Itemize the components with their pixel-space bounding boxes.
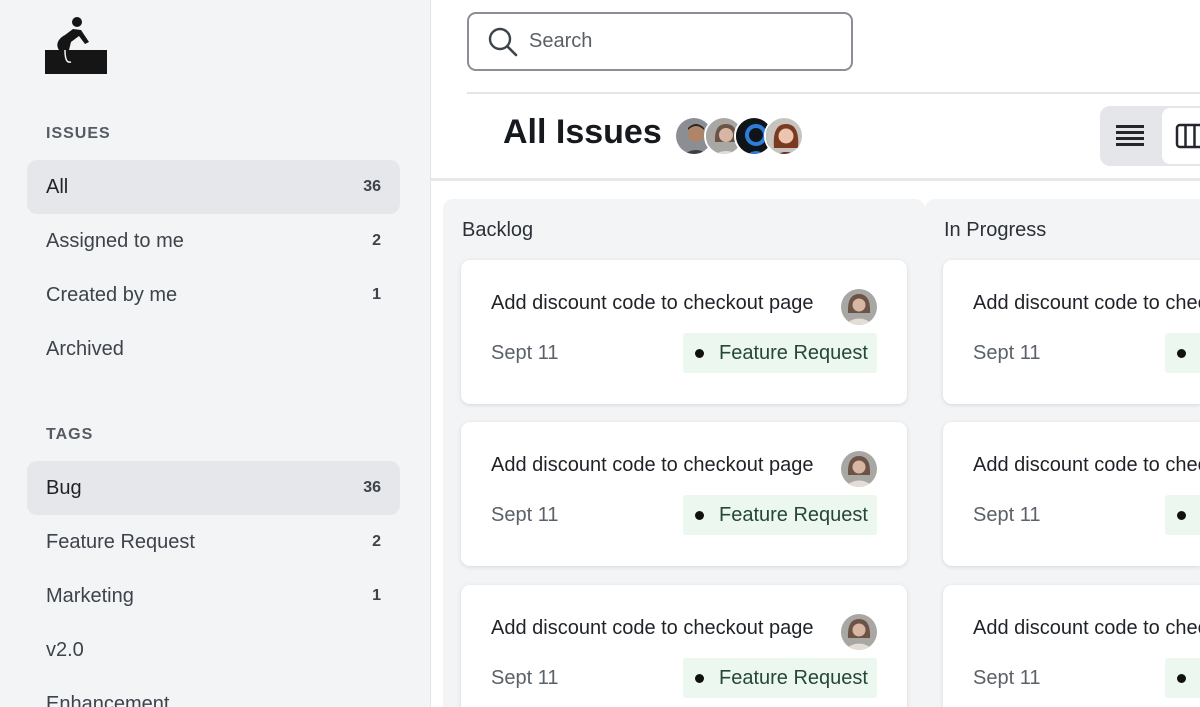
issue-card[interactable]: Add discount code to checkout page Sept …: [461, 585, 907, 707]
assignee-avatar[interactable]: [841, 289, 877, 325]
column-title: Backlog: [462, 219, 534, 241]
column-backlog: Backlog Add discount code to checkout pa…: [443, 199, 925, 707]
assignee-avatar[interactable]: [841, 614, 877, 650]
tag-dot-icon: [695, 510, 704, 520]
sidebar-item-label: v2.0: [46, 638, 84, 661]
sidebar-item-label: Enhancement: [46, 692, 170, 707]
sidebar-item-label: Assigned to me: [46, 229, 184, 252]
view-toggle: [1100, 106, 1200, 166]
avatar[interactable]: [764, 116, 804, 156]
tag-dot-icon: [1177, 673, 1186, 683]
search-box[interactable]: [467, 12, 853, 71]
tag-dot-icon: [695, 673, 704, 683]
tag-badge: Feature Request: [683, 658, 877, 698]
column-title: In Progress: [944, 219, 1047, 241]
sidebar-item-count: 2: [372, 533, 381, 550]
sidebar-item-label: Bug: [46, 476, 82, 499]
card-title: Add discount code to checkout page: [491, 454, 814, 476]
sidebar-item-label: Created by me: [46, 283, 178, 306]
sidebar-item-label: Marketing: [46, 584, 134, 607]
sidebar-item-count: 1: [372, 587, 381, 604]
sidebar-item-enhancement[interactable]: Enhancement: [27, 677, 400, 707]
sidebar-item-archived[interactable]: Archived: [27, 322, 400, 376]
search-input[interactable]: [529, 30, 829, 53]
logo-icon: [45, 17, 107, 74]
card-title: Add discount code to checkout page: [491, 292, 814, 314]
card-title: Add discount code to checkout page: [973, 292, 1200, 314]
page-title: All Issues: [503, 113, 662, 151]
tag-badge: [1165, 658, 1200, 698]
tag-badge: Feature Request: [683, 333, 877, 373]
search-icon: [488, 27, 518, 56]
sidebar-item-marketing[interactable]: Marketing 1: [27, 569, 400, 623]
sidebar-item-label: Archived: [46, 337, 124, 360]
sidebar-item-all[interactable]: All 36: [27, 160, 400, 214]
tag-badge: [1165, 495, 1200, 535]
list-view-button[interactable]: [1100, 106, 1160, 166]
card-title: Add discount code to checkout page: [973, 454, 1200, 476]
issue-card[interactable]: Add discount code to checkout page Sept …: [943, 260, 1200, 404]
sidebar-item-assigned-to-me[interactable]: Assigned to me 2: [27, 214, 400, 268]
tag-label: Feature Request: [719, 503, 868, 526]
sidebar-item-count: 36: [363, 479, 381, 496]
card-date: Sept 11: [491, 342, 559, 364]
board-view-icon: [1175, 123, 1200, 149]
sidebar: ISSUES All 36 Assigned to me 2 Created b…: [0, 0, 431, 707]
sidebar-item-v2-0[interactable]: v2.0: [27, 623, 400, 677]
card-date: Sept 11: [973, 667, 1041, 689]
sidebar-item-bug[interactable]: Bug 36: [27, 461, 400, 515]
card-title: Add discount code to checkout page: [491, 617, 814, 639]
assignee-avatar[interactable]: [841, 451, 877, 487]
sidebar-item-count: 2: [372, 232, 381, 249]
issue-card[interactable]: Add discount code to checkout page Sept …: [461, 422, 907, 566]
card-date: Sept 11: [973, 342, 1041, 364]
card-date: Sept 11: [973, 504, 1041, 526]
tag-dot-icon: [1177, 348, 1186, 358]
column-in-progress: In Progress Add discount code to checkou…: [925, 199, 1200, 707]
issue-card[interactable]: Add discount code to checkout page Sept …: [943, 422, 1200, 566]
board-view-button[interactable]: [1162, 108, 1200, 164]
tag-badge: [1165, 333, 1200, 373]
list-view-icon: [1116, 125, 1144, 146]
top-divider: [467, 92, 1200, 94]
issues-section-title: ISSUES: [46, 125, 111, 142]
tag-dot-icon: [695, 348, 704, 358]
tag-label: Feature Request: [719, 666, 868, 689]
card-date: Sept 11: [491, 667, 559, 689]
sidebar-item-feature-request[interactable]: Feature Request 2: [27, 515, 400, 569]
issue-card[interactable]: Add discount code to checkout page Sept …: [943, 585, 1200, 707]
tag-dot-icon: [1177, 510, 1186, 520]
sidebar-item-created-by-me[interactable]: Created by me 1: [27, 268, 400, 322]
sidebar-item-label: Feature Request: [46, 530, 195, 553]
card-date: Sept 11: [491, 504, 559, 526]
issue-card[interactable]: Add discount code to checkout page Sept …: [461, 260, 907, 404]
sidebar-item-label: All: [46, 175, 69, 198]
tag-badge: Feature Request: [683, 495, 877, 535]
card-title: Add discount code to checkout page: [973, 617, 1200, 639]
tags-section-title: TAGS: [46, 426, 94, 443]
sidebar-item-count: 1: [372, 286, 381, 303]
tag-label: Feature Request: [719, 341, 868, 364]
sidebar-item-count: 36: [363, 178, 381, 195]
